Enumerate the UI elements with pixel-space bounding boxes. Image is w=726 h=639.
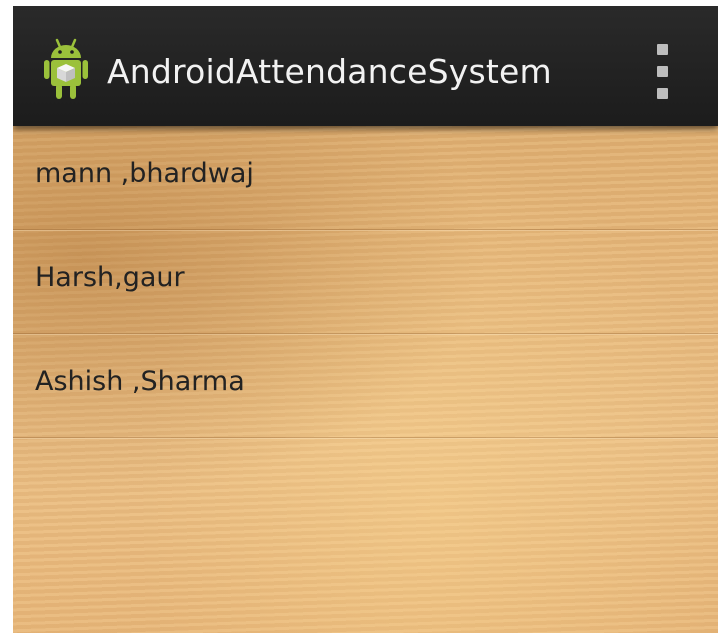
app-title: AndroidAttendanceSystem — [107, 52, 552, 91]
list-item-label: Ashish ,Sharma — [35, 366, 245, 397]
list-item-label: Harsh,gaur — [35, 262, 185, 293]
list-item-label: mann ,bhardwaj — [35, 158, 254, 189]
android-robot-icon — [44, 38, 88, 99]
list-item[interactable]: Ashish ,Sharma — [13, 334, 718, 438]
list-item[interactable]: Harsh,gaur — [13, 230, 718, 334]
overflow-menu-icon[interactable] — [643, 42, 683, 102]
list-item[interactable]: mann ,bhardwaj — [13, 126, 718, 230]
action-bar: AndroidAttendanceSystem — [13, 6, 718, 126]
app-screen: AndroidAttendanceSystem mann ,bhardwaj H… — [13, 6, 718, 633]
student-list: mann ,bhardwaj Harsh,gaur Ashish ,Sharma — [13, 126, 718, 438]
